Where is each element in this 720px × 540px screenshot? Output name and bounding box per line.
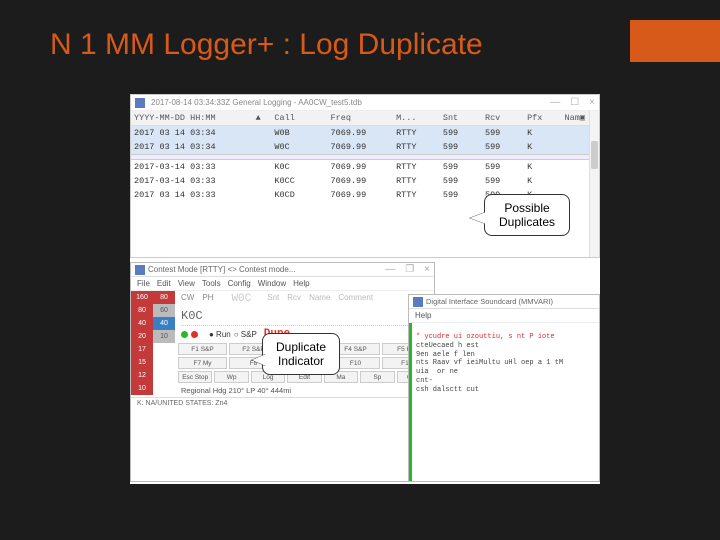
band-40[interactable]: 40	[131, 317, 153, 330]
menu-tools[interactable]: Tools	[202, 279, 221, 288]
band-blank	[153, 356, 175, 369]
log-scrollbar[interactable]	[589, 111, 599, 257]
col-date[interactable]: YYYY-MM-DD HH:MM	[131, 111, 253, 126]
tab-ph[interactable]: PH	[202, 293, 213, 305]
fn-button[interactable]: F1 S&P	[178, 343, 227, 355]
rx-line: csh dalsctt cut	[416, 386, 595, 395]
sp-radio[interactable]: ○ S&P	[234, 330, 257, 339]
menu-window[interactable]: Window	[258, 279, 286, 288]
rx-line: uia or ne	[416, 368, 595, 377]
field-rcv: Rcv	[287, 293, 301, 305]
field-comment: Comment	[338, 293, 373, 305]
screenshot-stage: 2017-08-14 03:34:33Z General Logging - A…	[130, 94, 600, 484]
fn-button[interactable]: Esc Stop	[178, 371, 212, 383]
band-10[interactable]: 10	[131, 382, 153, 395]
col-mode[interactable]: M...	[393, 111, 440, 126]
log-titlebar[interactable]: 2017-08-14 03:34:33Z General Logging - A…	[131, 95, 599, 111]
callsign-input[interactable]: K0C	[181, 309, 203, 323]
callout-tail	[252, 354, 266, 366]
entry-menubar: File Edit View Tools Config Window Help	[131, 277, 434, 291]
menu-edit[interactable]: Edit	[157, 279, 171, 288]
fn-button[interactable]: Wp	[214, 371, 248, 383]
entry-titlebar[interactable]: Contest Mode [RTTY] <> Contest mode... —…	[131, 263, 434, 277]
band-17[interactable]: 17	[131, 343, 153, 356]
faded-call: W0C	[231, 293, 251, 305]
band-80[interactable]: 80	[153, 291, 175, 304]
slide-title: N 1 MM Logger+ : Log Duplicate	[50, 28, 483, 62]
callout-duplicate-indicator: Duplicate Indicator	[262, 333, 340, 375]
entry-title-text: Contest Mode [RTTY] <> Contest mode...	[148, 265, 295, 274]
restore-icon[interactable]: ❐	[405, 264, 414, 275]
table-header-row: YYYY-MM-DD HH:MM ▲ Call Freq M... Snt Rc…	[131, 111, 599, 126]
menu-config[interactable]: Config	[228, 279, 251, 288]
table-row[interactable]: 2017 03 14 03:34W0B7069.99 RTTY599599K	[131, 126, 599, 141]
minimize-icon[interactable]: —	[550, 97, 560, 108]
field-name: Name	[309, 293, 330, 305]
scrollbar-thumb[interactable]	[591, 141, 598, 169]
entry-statusbar: K: NA/UNITED STATES: Zn4 12/1	[131, 397, 434, 409]
maximize-icon[interactable]: ☐	[570, 97, 579, 108]
status-dot-red	[191, 331, 198, 338]
callout-possible-duplicates: Possible Duplicates	[484, 194, 570, 236]
rx-line: cteUecaed h est	[416, 342, 595, 351]
digi-title-text: Digital Interface Soundcard (MMVARI)	[426, 297, 553, 306]
fn-button[interactable]: Sp	[360, 371, 394, 383]
band-column-left: 16080402017151210	[131, 291, 153, 397]
band-20[interactable]: 20	[131, 330, 153, 343]
heading-text: Regional Hdg 210° LP 40° 444mi	[175, 384, 434, 397]
col-rcv[interactable]: Rcv	[482, 111, 524, 126]
close-icon[interactable]: ×	[589, 97, 595, 108]
status-dot-green	[181, 331, 188, 338]
minimize-icon[interactable]: —	[385, 264, 395, 275]
rx-line: cnt-	[416, 377, 595, 386]
rx-line: nts Raav vf ieiMultu uHl oep a 1 tM	[416, 359, 595, 368]
band-blank	[153, 382, 175, 395]
close-icon[interactable]: ×	[424, 264, 430, 275]
callout-tail	[470, 212, 486, 224]
menu-file[interactable]: File	[137, 279, 150, 288]
menu-help[interactable]: Help	[293, 279, 309, 288]
table-row[interactable]: 2017-03-14 03:33K0C7069.99 RTTY599599K	[131, 160, 599, 174]
band-60[interactable]: 60	[153, 304, 175, 317]
log-table-top: YYYY-MM-DD HH:MM ▲ Call Freq M... Snt Rc…	[131, 111, 599, 154]
band-80[interactable]: 80	[131, 304, 153, 317]
app-icon	[135, 265, 145, 275]
mode-tab-row: CW PH W0C Snt Rcv Name Comment	[175, 291, 434, 307]
band-12[interactable]: 12	[131, 369, 153, 382]
tab-cw[interactable]: CW	[181, 293, 194, 305]
accent-rectangle	[630, 20, 720, 62]
run-radio[interactable]: ● Run	[209, 330, 231, 339]
table-row[interactable]: 2017 03 14 03:34W0C7069.99 RTTY599599K	[131, 140, 599, 154]
col-freq[interactable]: Freq	[328, 111, 394, 126]
band-160[interactable]: 160	[131, 291, 153, 304]
col-snt[interactable]: Snt	[440, 111, 482, 126]
app-icon	[135, 98, 145, 108]
rx-text-panel[interactable]: * ycudre ui ozouttiu, s nt P iotecteUeca…	[412, 323, 599, 481]
status-country: K: NA/UNITED STATES: Zn4	[137, 400, 227, 407]
digi-menubar: Help	[409, 309, 599, 323]
col-sort[interactable]: ▲	[253, 111, 272, 126]
col-call[interactable]: Call	[271, 111, 327, 126]
rx-line: * ycudre ui ozouttiu, s nt P iote	[416, 333, 595, 342]
col-pfx[interactable]: Pfx	[524, 111, 561, 126]
log-title-text: 2017-08-14 03:34:33Z General Logging - A…	[151, 98, 362, 107]
field-snt: Snt	[267, 293, 279, 305]
band-blank	[153, 369, 175, 382]
menu-help[interactable]: Help	[415, 311, 431, 320]
fn-button[interactable]: F7 My	[178, 357, 227, 369]
digital-interface-window: Digital Interface Soundcard (MMVARI) Hel…	[408, 294, 600, 482]
band-blank	[153, 343, 175, 356]
band-40[interactable]: 40	[153, 317, 175, 330]
app-icon	[413, 297, 423, 307]
rx-line: 9en aele f len	[416, 351, 595, 360]
band-10[interactable]: 10	[153, 330, 175, 343]
table-row[interactable]: 2017-03-14 03:33K0CC7069.99 RTTY599599K	[131, 174, 599, 188]
band-column-right: 80604010	[153, 291, 175, 397]
menu-view[interactable]: View	[178, 279, 195, 288]
band-15[interactable]: 15	[131, 356, 153, 369]
